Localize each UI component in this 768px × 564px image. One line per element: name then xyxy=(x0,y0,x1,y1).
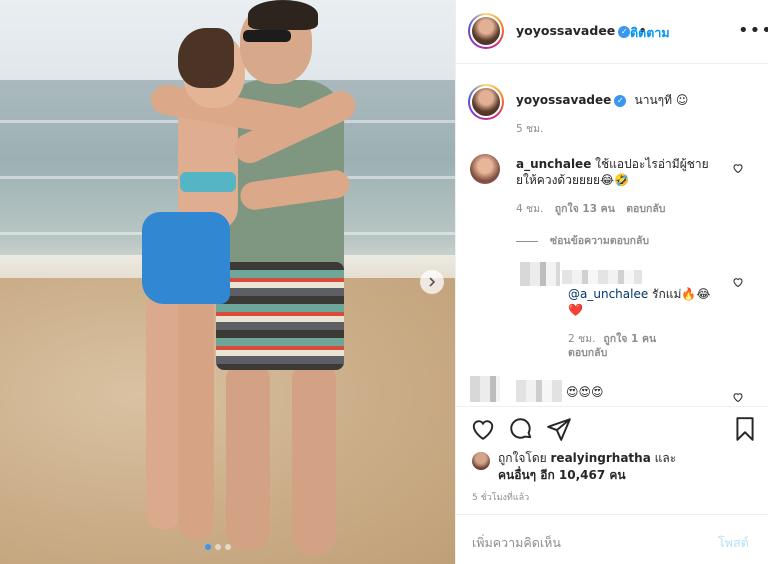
comment-reply-button[interactable]: ตอบกลับ xyxy=(626,203,665,215)
caption-row: yoyossavadee ✓ นานๆที ☺ xyxy=(516,91,688,110)
reply-text: @a_unchalee รักแม่🔥😂 ❤️ xyxy=(568,286,728,318)
hide-replies-button[interactable]: ซ่อนข้อความตอบกลับ xyxy=(516,232,657,249)
instagram-post: yoyossavadee✓ • ติดตาม ••• yoyossavadee✓… xyxy=(0,0,768,564)
add-comment-bar: เพิ่มความคิดเห็น โพสต์ xyxy=(456,514,768,564)
comment-body-line1: ใช้แอปอะไรอ่ามีผู้ชาย xyxy=(595,157,709,171)
post-side-panel: yoyossavadee✓ • ติดตาม ••• yoyossavadee✓… xyxy=(455,0,768,564)
carousel-dot xyxy=(225,544,231,550)
comment-bubble-icon[interactable] xyxy=(508,416,534,442)
blurred-username xyxy=(516,380,562,402)
next-photo-button[interactable] xyxy=(420,270,444,294)
reply-meta: 2 ชม. ถูกใจ 1 คน ตอบกลับ xyxy=(568,332,678,360)
comment-likes[interactable]: ถูกใจ 13 คน xyxy=(555,203,615,215)
like-comment-heart-icon[interactable] xyxy=(732,162,744,174)
post-header: yoyossavadee✓ • ติดตาม ••• xyxy=(456,0,768,64)
caption-avatar[interactable] xyxy=(468,84,504,120)
comments-list[interactable]: yoyossavadee ✓ นานๆที ☺ 5 ชม. a_unchalee … xyxy=(456,64,768,406)
photo-woman-leg xyxy=(178,290,214,540)
photo-man-hair xyxy=(248,0,318,30)
caption-text: นานๆที ☺ xyxy=(634,93,689,107)
likes-and: และ xyxy=(650,451,677,465)
comment-time: 4 ชม. xyxy=(516,203,544,215)
reply-reply-button[interactable]: ตอบกลับ xyxy=(568,347,607,359)
caption-username[interactable]: yoyossavadee xyxy=(516,93,611,107)
post-comment-button[interactable]: โพสต์ xyxy=(718,533,749,553)
comment3-text: 😍😍😍 xyxy=(566,385,604,399)
liker-avatar[interactable] xyxy=(472,452,490,470)
blurred-avatar xyxy=(470,376,500,402)
photo-woman-bikini xyxy=(180,172,236,192)
like-reply-heart-icon[interactable] xyxy=(732,276,744,288)
share-direct-icon[interactable] xyxy=(546,416,572,442)
carousel-dot xyxy=(205,544,211,550)
add-comment-input[interactable]: เพิ่มความคิดเห็น xyxy=(472,533,561,553)
verified-badge-icon: ✓ xyxy=(618,25,631,38)
hide-replies-label[interactable]: ซ่อนข้อความตอบกลับ xyxy=(550,235,649,247)
like-heart-icon[interactable] xyxy=(470,416,496,442)
follow-button[interactable]: ติดตาม xyxy=(630,23,670,43)
author-username[interactable]: yoyossavadee xyxy=(516,23,615,38)
post-actions xyxy=(456,412,768,452)
reply-likes[interactable]: ถูกใจ 1 คน xyxy=(603,333,656,345)
verified-badge-icon: ✓ xyxy=(614,94,627,107)
author-avatar[interactable] xyxy=(468,13,504,49)
photo-woman-leg xyxy=(146,290,182,530)
reply-body: รักแม่🔥😂 xyxy=(648,287,711,301)
author-username-wrap[interactable]: yoyossavadee ✓ • xyxy=(516,23,647,38)
more-options-icon[interactable]: ••• xyxy=(738,20,768,41)
save-bookmark-icon[interactable] xyxy=(732,416,758,442)
actions-divider xyxy=(456,406,768,407)
photo-woman-skirt xyxy=(142,212,230,304)
blurred-avatar xyxy=(520,262,560,286)
comment-body-line2: ยให้ควงด้วยยยย😂🤣 xyxy=(516,173,630,187)
photo-man-leg xyxy=(292,360,336,555)
like-comment3-heart-icon[interactable] xyxy=(732,391,744,403)
reply-heart: ❤️ xyxy=(568,303,583,317)
hide-replies-line xyxy=(516,240,538,242)
post-timestamp[interactable]: 5 ชั่วโมงที่แล้ว xyxy=(472,490,529,504)
comment-avatar[interactable] xyxy=(470,154,500,184)
post-photo[interactable] xyxy=(0,0,455,564)
photo-sunglasses xyxy=(243,30,291,42)
comment-meta: 4 ชม. ถูกใจ 13 คน ตอบกลับ xyxy=(516,200,673,217)
blurred-username xyxy=(562,270,642,284)
caption-time-text: 5 ชม. xyxy=(516,123,544,135)
likes-others[interactable]: คนอื่นๆ อีก 10,467 คน xyxy=(498,468,626,482)
carousel-dot xyxy=(215,544,221,550)
reply-mention[interactable]: @a_unchalee xyxy=(568,287,648,301)
photo-man-leg xyxy=(226,360,270,550)
caption-time: 5 ชม. xyxy=(516,120,551,137)
likes-summary[interactable]: ถูกใจโดย realyingrhatha และ คนอื่นๆ อีก … xyxy=(472,450,676,484)
reply-time: 2 ชม. xyxy=(568,333,596,345)
photo-woman-hair xyxy=(178,28,234,88)
carousel-dots xyxy=(205,544,231,550)
likes-prefix: ถูกใจโดย xyxy=(498,451,551,465)
photo-man-shorts xyxy=(216,262,344,370)
comment-text: a_unchalee ใช้แอปอะไรอ่ามีผู้ชาย ยให้ควง… xyxy=(516,156,716,188)
comment-username[interactable]: a_unchalee xyxy=(516,157,591,171)
chevron-right-icon xyxy=(429,277,436,287)
likes-by-user[interactable]: realyingrhatha xyxy=(551,451,651,465)
